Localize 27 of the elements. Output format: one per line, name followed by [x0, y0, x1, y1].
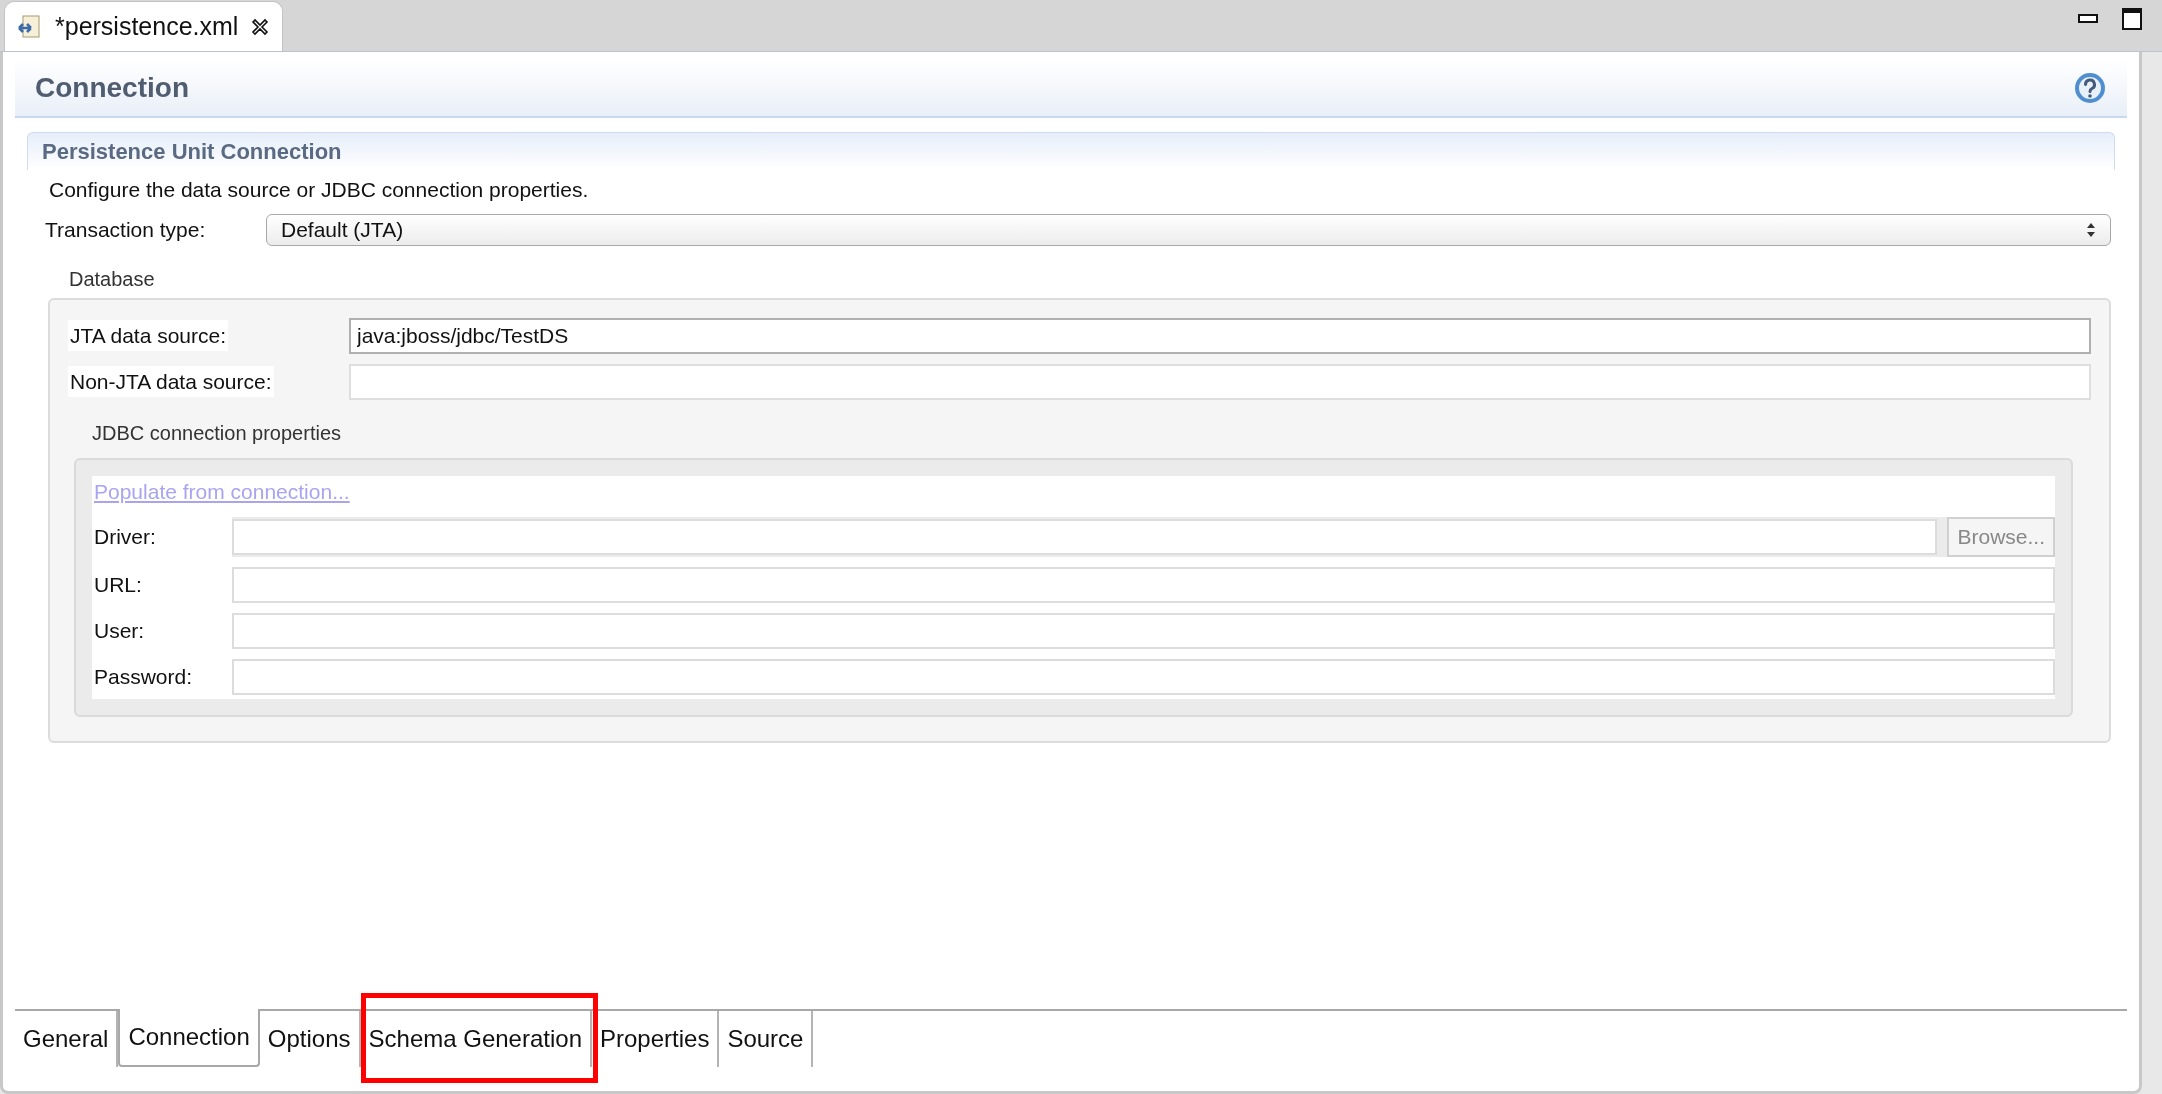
editor-tab-title: *persistence.xml — [55, 10, 239, 42]
field-label: Non-JTA data source: — [68, 365, 274, 398]
field-label: Driver: — [92, 517, 232, 557]
field-label: JTA data source: — [68, 319, 229, 352]
maximize-icon[interactable] — [2122, 8, 2142, 30]
transaction-type-dropdown[interactable]: Default (JTA) — [266, 213, 2111, 246]
text-field[interactable] — [349, 363, 2091, 400]
editor-tab[interactable]: *persistence.xml — [4, 1, 284, 51]
help-icon[interactable] — [2073, 71, 2107, 105]
field-label: Password: — [92, 659, 232, 695]
minimize-icon[interactable] — [2078, 14, 2098, 24]
page-tab[interactable]: Schema Generation — [360, 1011, 592, 1067]
page-title: Connection — [35, 71, 189, 105]
xml-file-icon — [17, 13, 43, 40]
page-tab[interactable]: Source — [719, 1011, 814, 1067]
section-title: Persistence Unit Connection — [42, 138, 342, 166]
close-icon[interactable] — [250, 16, 271, 37]
page-tab[interactable]: Options — [259, 1011, 361, 1067]
jdbc-group-title: JDBC connection properties — [92, 420, 342, 446]
section-description: Configure the data source or JDBC connection properties. — [49, 177, 590, 203]
transaction-type-label: Transaction type: — [45, 216, 207, 243]
database-group-title: Database — [69, 266, 156, 292]
field-label: User: — [92, 613, 232, 649]
page-tab[interactable]: Connection — [118, 1009, 260, 1067]
text-field[interactable]: java:jboss/jdbc/TestDS — [349, 317, 2091, 354]
page-tab[interactable]: Properties — [592, 1011, 720, 1067]
field-label: URL: — [92, 567, 232, 603]
